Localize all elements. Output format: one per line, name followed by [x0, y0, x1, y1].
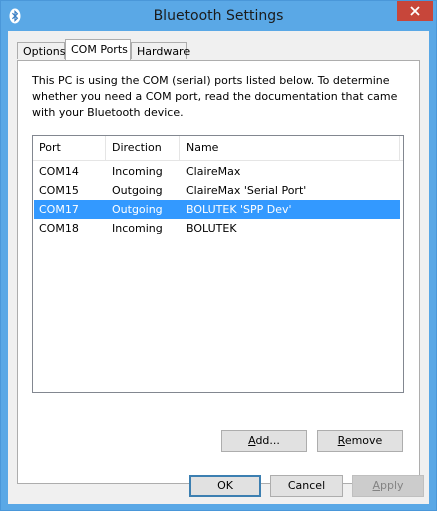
remove-button-mnemonic: R	[337, 434, 345, 447]
bluetooth-settings-window: Bluetooth Settings Options COM Ports Har…	[0, 0, 437, 511]
column-header-name[interactable]: Name	[180, 136, 400, 160]
dialog-client-area: Options COM Ports Hardware This PC is us…	[8, 31, 429, 504]
com-ports-list[interactable]: Port Direction Name COM14 Incoming Clair…	[32, 135, 404, 393]
add-button-label: dd...	[255, 434, 280, 447]
column-header-port[interactable]: Port	[33, 136, 106, 160]
table-row[interactable]: COM14 Incoming ClaireMax	[34, 162, 400, 181]
apply-button-label: pply	[380, 479, 404, 492]
window-title: Bluetooth Settings	[153, 8, 284, 24]
com-ports-panel: This PC is using the COM (serial) ports …	[17, 60, 420, 484]
add-button[interactable]: Add...	[221, 430, 307, 452]
description-text: This PC is using the COM (serial) ports …	[32, 74, 398, 119]
direction-cell: Incoming	[112, 165, 163, 178]
table-row-selected[interactable]: COM17 Outgoing BOLUTEK 'SPP Dev'	[34, 200, 400, 219]
name-cell: ClaireMax 'Serial Port'	[186, 184, 307, 197]
title-bar[interactable]: Bluetooth Settings	[1, 1, 436, 31]
tab-hardware[interactable]: Hardware	[131, 42, 190, 59]
list-header: Port Direction Name	[33, 136, 403, 161]
apply-button[interactable]: Apply	[352, 475, 424, 497]
apply-button-mnemonic: A	[372, 479, 380, 492]
tab-com-ports[interactable]: COM Ports	[65, 39, 131, 60]
direction-cell: Incoming	[112, 222, 163, 235]
port-cell: COM18	[39, 222, 79, 235]
direction-cell: Outgoing	[112, 203, 163, 216]
cancel-button[interactable]: Cancel	[270, 475, 343, 497]
direction-cell: Outgoing	[112, 184, 163, 197]
remove-button-label: emove	[344, 434, 383, 447]
ok-button[interactable]: OK	[189, 475, 261, 497]
close-icon	[410, 6, 420, 16]
port-cell: COM14	[39, 165, 79, 178]
column-header-direction[interactable]: Direction	[106, 136, 180, 160]
name-cell: ClaireMax	[186, 165, 241, 178]
tab-options[interactable]: Options	[17, 42, 65, 59]
close-button[interactable]	[397, 1, 433, 21]
table-row[interactable]: COM18 Incoming BOLUTEK	[34, 219, 400, 238]
table-row[interactable]: COM15 Outgoing ClaireMax 'Serial Port'	[34, 181, 400, 200]
remove-button[interactable]: Remove	[317, 430, 403, 452]
port-cell: COM15	[39, 184, 79, 197]
port-cell: COM17	[39, 203, 79, 216]
name-cell: BOLUTEK 'SPP Dev'	[186, 203, 292, 216]
name-cell: BOLUTEK	[186, 222, 237, 235]
